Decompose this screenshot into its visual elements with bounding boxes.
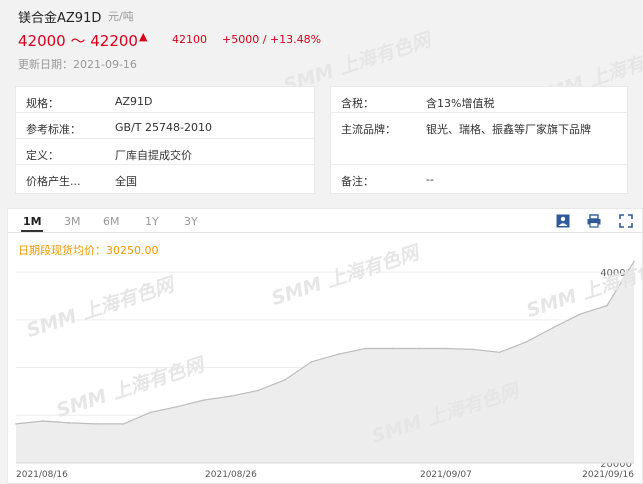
data-point — [606, 304, 608, 307]
price-unit: 元/吨 — [108, 10, 134, 23]
data-point — [445, 347, 447, 350]
data-point — [310, 361, 313, 363]
spec-row: 主流品牌： 银光、瑞格、振鑫等厂家旗下品牌 — [331, 113, 627, 165]
price-up-icon: ▲ — [139, 30, 148, 43]
data-point — [337, 353, 340, 355]
data-point — [633, 260, 635, 263]
data-point — [257, 389, 259, 392]
tab-3y[interactable]: 3Y — [184, 215, 198, 228]
tab-1m[interactable]: 1M — [23, 215, 42, 228]
data-point — [203, 399, 205, 401]
data-point — [418, 347, 420, 350]
data-point — [283, 379, 286, 381]
spec-table: 规格： AZ91D 参考标准： GB/T 25748-2010 定义： 厂库自提… — [15, 86, 628, 194]
data-point — [552, 326, 555, 329]
spec-row: 含税： 含13%增值税 — [331, 87, 627, 113]
spec-row: 定义： 厂库自提成交价 — [16, 139, 314, 165]
update-date: 更新日期：2021-09-16 — [18, 58, 137, 71]
data-point — [149, 411, 152, 414]
image-icon[interactable] — [556, 214, 570, 228]
price-area — [16, 261, 634, 463]
spec-row: 价格产生... 全国 — [26, 175, 137, 188]
x-tick-label: 2021/09/16 — [582, 470, 634, 480]
fullscreen-icon[interactable] — [619, 214, 633, 228]
period-tabs: 1M 3M 6M 1Y 3Y — [8, 209, 642, 233]
price-area-chart: 20000250003000035000400002021/08/162021/… — [15, 260, 635, 480]
data-point — [391, 347, 393, 350]
data-point — [498, 351, 501, 354]
price-chart-panel: 1M 3M 6M 1Y 3Y 日期段现货均价：30250.00 20000250… — [7, 208, 643, 484]
spec-row: 参考标准： GB/T 25748-2010 — [16, 113, 314, 139]
price-average: 42100 — [172, 33, 207, 46]
price-header: 镁合金AZ91D 元/吨 42000 ～ 42200 ▲ 42100 +5000… — [0, 0, 643, 78]
x-tick-label: 2021/08/16 — [16, 470, 68, 480]
data-point — [579, 313, 582, 315]
spec-row: 备注： -- — [341, 173, 434, 188]
data-point — [122, 423, 125, 425]
data-point — [15, 423, 17, 425]
active-tab-indicator — [21, 230, 43, 232]
price-change: +5000 / +13.48% — [222, 33, 322, 46]
data-point — [95, 423, 98, 425]
data-point — [68, 422, 71, 424]
data-point — [176, 405, 179, 408]
data-point — [364, 347, 367, 350]
x-tick-label: 2021/09/07 — [420, 470, 472, 480]
product-title: 镁合金AZ91D — [18, 11, 102, 26]
data-point — [230, 395, 232, 397]
spec-column-left: 规格： AZ91D 参考标准： GB/T 25748-2010 定义： 厂库自提… — [15, 86, 315, 194]
print-icon[interactable] — [587, 214, 601, 228]
tab-6m[interactable]: 6M — [103, 215, 120, 228]
tab-3m[interactable]: 3M — [64, 215, 81, 228]
data-point — [525, 340, 528, 343]
spec-row: 规格： AZ91D — [16, 87, 314, 113]
data-point — [471, 348, 474, 351]
spec-column-right: 含税： 含13%增值税 主流品牌： 银光、瑞格、振鑫等厂家旗下品牌 备注： -- — [330, 86, 628, 194]
data-point — [42, 420, 44, 422]
x-tick-label: 2021/08/26 — [205, 470, 257, 480]
tab-1y[interactable]: 1Y — [145, 215, 159, 228]
price-range: 42000 ～ 42200 — [18, 32, 138, 50]
